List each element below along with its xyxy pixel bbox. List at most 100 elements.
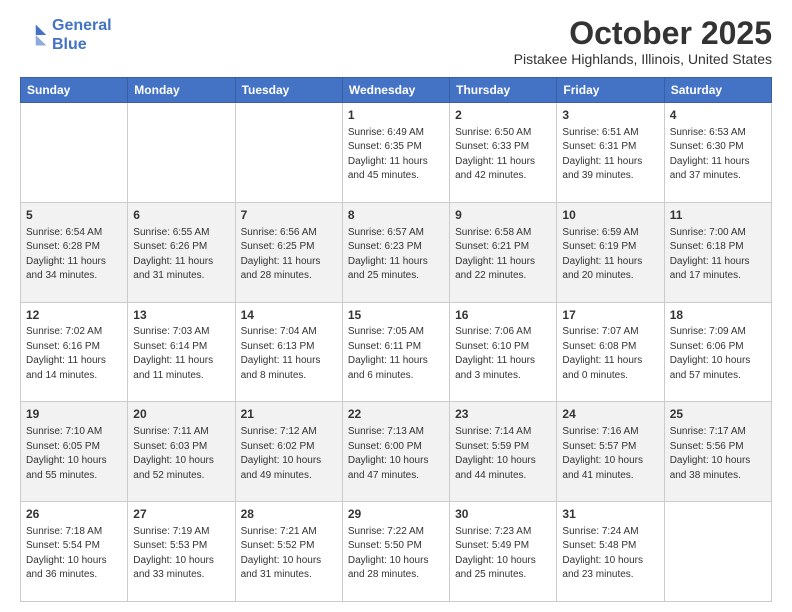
day-info: Sunrise: 6:49 AMSunset: 6:35 PMDaylight:… <box>348 126 444 184</box>
calendar-cell: 2 Sunrise: 6:50 AMSunset: 6:33 PMDaylight… <box>450 103 557 203</box>
calendar-week-row: 26 Sunrise: 7:18 AMSunset: 5:54 PMDayligh… <box>21 502 772 602</box>
day-number: 1 <box>348 107 444 124</box>
day-number: 5 <box>26 207 122 224</box>
day-info: Sunrise: 6:58 AMSunset: 6:21 PMDaylight:… <box>455 226 551 284</box>
calendar-cell: 8 Sunrise: 6:57 AMSunset: 6:23 PMDaylight… <box>342 202 449 302</box>
day-info: Sunrise: 7:21 AMSunset: 5:52 PMDaylight:… <box>241 525 337 583</box>
day-number: 25 <box>670 406 766 423</box>
day-info: Sunrise: 7:19 AMSunset: 5:53 PMDaylight:… <box>133 525 229 583</box>
day-number: 17 <box>562 307 658 324</box>
weekday-header-monday: Monday <box>128 78 235 103</box>
calendar-cell: 29 Sunrise: 7:22 AMSunset: 5:50 PMDayligh… <box>342 502 449 602</box>
calendar-header-row: SundayMondayTuesdayWednesdayThursdayFrid… <box>21 78 772 103</box>
calendar-cell: 10Sunrise: 6:59 AMSunset: 6:19 PMDayligh… <box>557 202 664 302</box>
day-info: Sunrise: 7:03 AMSunset: 6:14 PMDaylight:… <box>133 325 229 383</box>
day-number: 9 <box>455 207 551 224</box>
calendar-cell: 28 Sunrise: 7:21 AMSunset: 5:52 PMDayligh… <box>235 502 342 602</box>
day-info: Sunrise: 7:05 AMSunset: 6:11 PMDaylight:… <box>348 325 444 383</box>
day-number: 15 <box>348 307 444 324</box>
day-info: Sunrise: 6:59 AMSunset: 6:19 PMDaylight:… <box>562 226 658 284</box>
day-info: Sunrise: 7:07 AMSunset: 6:08 PMDaylight:… <box>562 325 658 383</box>
day-info: Sunrise: 6:56 AMSunset: 6:25 PMDaylight:… <box>241 226 337 284</box>
day-info: Sunrise: 6:50 AMSunset: 6:33 PMDaylight:… <box>455 126 551 184</box>
calendar-cell: 26 Sunrise: 7:18 AMSunset: 5:54 PMDayligh… <box>21 502 128 602</box>
calendar-cell <box>128 103 235 203</box>
day-number: 23 <box>455 406 551 423</box>
day-info: Sunrise: 7:22 AMSunset: 5:50 PMDaylight:… <box>348 525 444 583</box>
day-number: 28 <box>241 506 337 523</box>
calendar-cell: 6Sunrise: 6:55 AMSunset: 6:26 PMDaylight… <box>128 202 235 302</box>
calendar-cell: 24 Sunrise: 7:16 AMSunset: 5:57 PMDayligh… <box>557 402 664 502</box>
calendar-cell: 20 Sunrise: 7:11 AMSunset: 6:03 PMDayligh… <box>128 402 235 502</box>
day-info: Sunrise: 7:09 AMSunset: 6:06 PMDaylight:… <box>670 325 766 383</box>
calendar-cell <box>664 502 771 602</box>
day-info: Sunrise: 7:24 AMSunset: 5:48 PMDaylight:… <box>562 525 658 583</box>
logo: General Blue <box>20 16 112 54</box>
day-number: 6 <box>133 207 229 224</box>
calendar-cell: 5 Sunrise: 6:54 AMSunset: 6:28 PMDaylight… <box>21 202 128 302</box>
day-number: 11 <box>670 207 766 224</box>
day-number: 24 <box>562 406 658 423</box>
day-info: Sunrise: 6:57 AMSunset: 6:23 PMDaylight:… <box>348 226 444 284</box>
calendar-cell: 27 Sunrise: 7:19 AMSunset: 5:53 PMDayligh… <box>128 502 235 602</box>
day-info: Sunrise: 7:12 AMSunset: 6:02 PMDaylight:… <box>241 425 337 483</box>
calendar-cell: 23 Sunrise: 7:14 AMSunset: 5:59 PMDayligh… <box>450 402 557 502</box>
day-info: Sunrise: 7:11 AMSunset: 6:03 PMDaylight:… <box>133 425 229 483</box>
weekday-header-saturday: Saturday <box>664 78 771 103</box>
calendar-cell: 7 Sunrise: 6:56 AMSunset: 6:25 PMDaylight… <box>235 202 342 302</box>
day-number: 31 <box>562 506 658 523</box>
day-number: 12 <box>26 307 122 324</box>
calendar-week-row: 1 Sunrise: 6:49 AMSunset: 6:35 PMDaylight… <box>21 103 772 203</box>
calendar-cell: 17Sunrise: 7:07 AMSunset: 6:08 PMDayligh… <box>557 302 664 402</box>
calendar-cell: 25 Sunrise: 7:17 AMSunset: 5:56 PMDayligh… <box>664 402 771 502</box>
location-title: Pistakee Highlands, Illinois, United Sta… <box>514 51 772 67</box>
page: General Blue October 2025 Pistakee Highl… <box>0 0 792 612</box>
day-number: 26 <box>26 506 122 523</box>
calendar-week-row: 19 Sunrise: 7:10 AMSunset: 6:05 PMDayligh… <box>21 402 772 502</box>
day-number: 7 <box>241 207 337 224</box>
day-info: Sunrise: 7:16 AMSunset: 5:57 PMDaylight:… <box>562 425 658 483</box>
header: General Blue October 2025 Pistakee Highl… <box>20 16 772 67</box>
day-info: Sunrise: 7:14 AMSunset: 5:59 PMDaylight:… <box>455 425 551 483</box>
calendar-cell: 30Sunrise: 7:23 AMSunset: 5:49 PMDayligh… <box>450 502 557 602</box>
calendar-cell: 15Sunrise: 7:05 AMSunset: 6:11 PMDayligh… <box>342 302 449 402</box>
day-info: Sunrise: 7:10 AMSunset: 6:05 PMDaylight:… <box>26 425 122 483</box>
day-number: 2 <box>455 107 551 124</box>
calendar-week-row: 5 Sunrise: 6:54 AMSunset: 6:28 PMDaylight… <box>21 202 772 302</box>
day-number: 29 <box>348 506 444 523</box>
calendar-cell <box>21 103 128 203</box>
day-number: 4 <box>670 107 766 124</box>
calendar-table: SundayMondayTuesdayWednesdayThursdayFrid… <box>20 77 772 602</box>
calendar-cell: 9 Sunrise: 6:58 AMSunset: 6:21 PMDaylight… <box>450 202 557 302</box>
calendar-cell: 1 Sunrise: 6:49 AMSunset: 6:35 PMDaylight… <box>342 103 449 203</box>
calendar-cell: 11 Sunrise: 7:00 AMSunset: 6:18 PMDayligh… <box>664 202 771 302</box>
calendar-cell <box>235 103 342 203</box>
calendar-cell: 19 Sunrise: 7:10 AMSunset: 6:05 PMDayligh… <box>21 402 128 502</box>
day-info: Sunrise: 7:06 AMSunset: 6:10 PMDaylight:… <box>455 325 551 383</box>
day-info: Sunrise: 7:00 AMSunset: 6:18 PMDaylight:… <box>670 226 766 284</box>
day-number: 27 <box>133 506 229 523</box>
day-info: Sunrise: 7:18 AMSunset: 5:54 PMDaylight:… <box>26 525 122 583</box>
day-number: 20 <box>133 406 229 423</box>
day-info: Sunrise: 6:53 AMSunset: 6:30 PMDaylight:… <box>670 126 766 184</box>
day-number: 19 <box>26 406 122 423</box>
title-block: October 2025 Pistakee Highlands, Illinoi… <box>514 16 772 67</box>
day-number: 21 <box>241 406 337 423</box>
calendar-week-row: 12Sunrise: 7:02 AMSunset: 6:16 PMDayligh… <box>21 302 772 402</box>
calendar-cell: 12Sunrise: 7:02 AMSunset: 6:16 PMDayligh… <box>21 302 128 402</box>
weekday-header-sunday: Sunday <box>21 78 128 103</box>
weekday-header-thursday: Thursday <box>450 78 557 103</box>
month-title: October 2025 <box>514 16 772 51</box>
weekday-header-wednesday: Wednesday <box>342 78 449 103</box>
day-info: Sunrise: 6:54 AMSunset: 6:28 PMDaylight:… <box>26 226 122 284</box>
day-number: 22 <box>348 406 444 423</box>
calendar-cell: 21 Sunrise: 7:12 AMSunset: 6:02 PMDayligh… <box>235 402 342 502</box>
logo-text: General Blue <box>52 16 112 54</box>
calendar-cell: 16Sunrise: 7:06 AMSunset: 6:10 PMDayligh… <box>450 302 557 402</box>
day-info: Sunrise: 7:17 AMSunset: 5:56 PMDaylight:… <box>670 425 766 483</box>
calendar-cell: 18Sunrise: 7:09 AMSunset: 6:06 PMDayligh… <box>664 302 771 402</box>
weekday-header-friday: Friday <box>557 78 664 103</box>
day-number: 8 <box>348 207 444 224</box>
day-info: Sunrise: 6:51 AMSunset: 6:31 PMDaylight:… <box>562 126 658 184</box>
day-info: Sunrise: 7:23 AMSunset: 5:49 PMDaylight:… <box>455 525 551 583</box>
